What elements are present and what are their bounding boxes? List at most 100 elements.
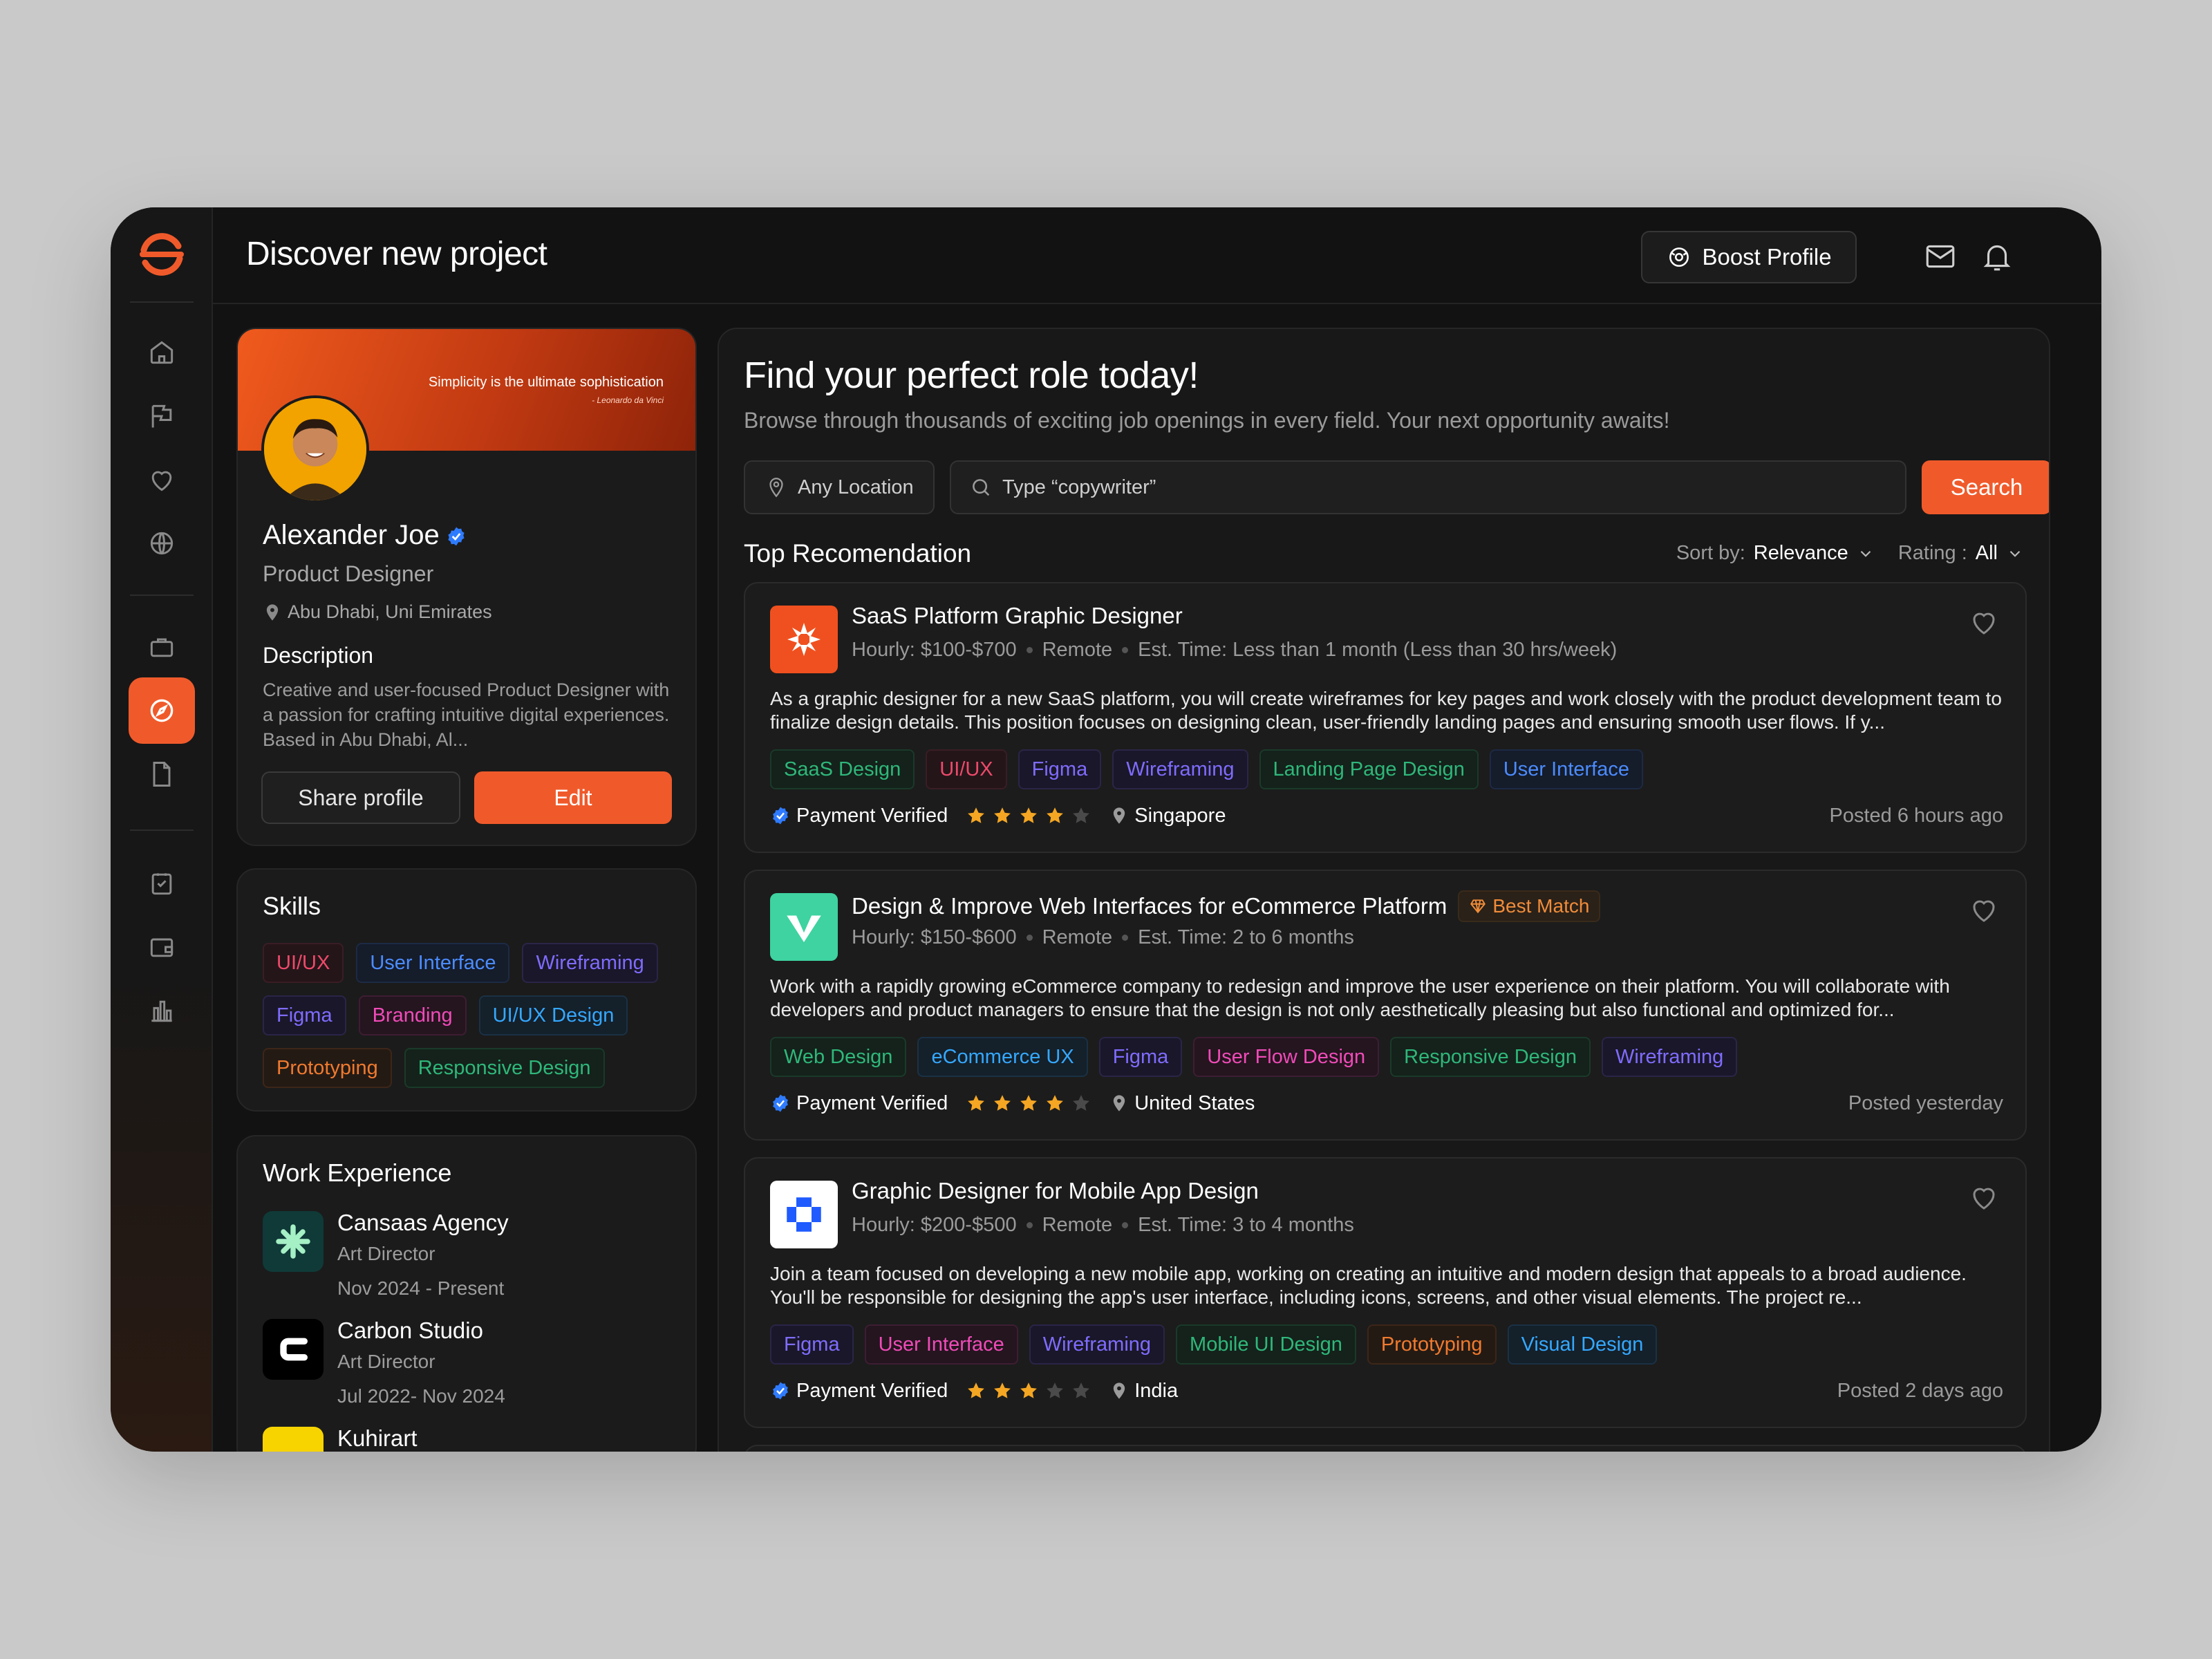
save-job-heart-icon[interactable] [1967,893,2000,926]
job-tag[interactable]: Prototyping [1367,1324,1497,1365]
location-input[interactable]: Any Location [744,460,935,514]
sidebar-item-analytics[interactable] [138,987,185,1034]
sidebar-item-flag[interactable] [138,393,185,440]
sidebar-item-tasks[interactable] [138,860,185,907]
save-job-heart-icon[interactable] [1967,606,2000,639]
location-placeholder: Any Location [798,476,914,498]
job-posted: Posted 6 hours ago [1829,804,2003,827]
job-tag[interactable]: Figma [1018,749,1102,789]
job-footer: Payment Verified India Posted 2 days ago [770,1376,2003,1406]
job-tag[interactable]: Visual Design [1507,1324,1658,1365]
briefcase-icon [150,638,174,657]
sidebar-item-jobs[interactable] [138,624,185,671]
sidebar-item-discover[interactable] [129,677,195,744]
work-company: Cansaas Agency [337,1210,509,1235]
rating-select[interactable]: All [1976,542,1998,565]
skill-tag[interactable]: Figma [263,995,346,1035]
save-job-heart-icon[interactable] [1967,1181,2000,1214]
job-est-time: Est. Time: Less than 1 month (Less than … [1138,639,1618,661]
rating-stars [966,805,1091,826]
job-tag[interactable]: User Interface [1489,749,1643,789]
job-title[interactable]: SaaS Platform Graphic Designer [852,603,1183,629]
star-icon [994,807,1011,823]
work-date: Jul 2022- Nov 2024 [337,1385,505,1407]
job-tag[interactable]: Figma [1098,1037,1183,1077]
location-pin-icon [1114,807,1125,824]
diamond-icon [1470,899,1486,914]
globe-icon [150,532,174,555]
boost-profile-button[interactable]: Boost Profile [1641,231,1857,283]
chevron-down-icon[interactable] [2006,545,2024,563]
sidebar-item-wallet[interactable] [138,924,185,971]
best-match-label: Best Match [1492,895,1590,917]
company-logo-icon [770,893,838,961]
job-card[interactable]: SaaS Platform Graphic Designer Hourly: $… [744,582,2027,853]
star-icon [994,1095,1011,1111]
job-tag[interactable]: Figma [770,1324,854,1365]
company-logo-icon [770,1181,838,1248]
job-tag[interactable]: Wireframing [1112,749,1248,789]
job-est-time: Est. Time: 3 to 4 months [1138,1214,1354,1236]
skill-tag[interactable]: Wireframing [522,943,658,983]
job-tag[interactable]: eCommerce UX [917,1037,1088,1077]
job-meta: Hourly: $200-$500 Remote Est. Time: 3 to… [852,1214,1354,1237]
skill-tag[interactable]: Branding [358,995,467,1035]
skills-card: Skills UI/UX User Interface Wireframing … [236,868,697,1112]
search-icon [973,479,990,496]
location-pin-icon [769,478,783,498]
job-title[interactable]: Graphic Designer for Mobile App Design [852,1178,1259,1204]
share-profile-button[interactable]: Share profile [261,771,460,824]
verified-badge-icon [773,807,788,825]
star-icon [1073,1095,1090,1111]
skill-tag[interactable]: UI/UX [263,943,344,983]
sidebar-item-documents[interactable] [138,751,185,798]
sidebar-item-home[interactable] [138,329,185,376]
wallet-icon [150,938,174,957]
sort-label: Sort by: [1676,542,1745,564]
location-pin-icon [266,603,279,621]
job-location: United States [1134,1091,1255,1114]
job-tag[interactable]: Mobile UI Design [1176,1324,1356,1365]
job-tag[interactable]: User Flow Design [1193,1037,1380,1077]
profile-photo-icon [264,398,366,500]
heart-icon [151,471,172,491]
profile-quote-author: - Leonardo da Vinci [592,395,664,405]
job-tag[interactable]: Responsive Design [1390,1037,1591,1077]
skill-tag[interactable]: Prototyping [263,1048,392,1088]
description-title: Description [263,643,374,668]
skills-title: Skills [263,892,321,920]
chevron-down-icon[interactable] [1857,545,1875,563]
edit-profile-button[interactable]: Edit [474,771,672,824]
job-tag[interactable]: Landing Page Design [1259,749,1479,789]
job-card[interactable] [744,1445,2027,1452]
chart-icon [151,1000,172,1022]
job-card[interactable]: Graphic Designer for Mobile App Design H… [744,1157,2027,1428]
work-role: Art Director [337,1243,435,1264]
job-tag[interactable]: Wireframing [1602,1037,1738,1077]
mail-icon[interactable] [1923,239,1958,274]
sidebar-item-favorites[interactable] [138,456,185,503]
job-location: India [1134,1379,1179,1402]
skill-tag[interactable]: Responsive Design [404,1048,605,1088]
job-title[interactable]: Design & Improve Web Interfaces for eCom… [852,890,1601,922]
search-input[interactable]: Type “copywriter” [950,460,1906,514]
job-meta: Hourly: $100-$700 Remote Est. Time: Less… [852,639,1617,662]
logo-icon[interactable] [134,227,189,282]
sort-select[interactable]: Relevance [1754,542,1848,565]
search-button[interactable]: Search [1922,460,2049,514]
profile-name-text: Alexander Joe [263,520,440,550]
job-tag[interactable]: SaaS Design [770,749,915,789]
recommendation-title: Top Recomendation [744,539,972,568]
job-card[interactable]: Design & Improve Web Interfaces for eCom… [744,870,2027,1141]
skill-tag[interactable]: User Interface [356,943,510,983]
job-tag[interactable]: User Interface [864,1324,1018,1365]
job-title-text: SaaS Platform Graphic Designer [852,603,1183,628]
job-tag[interactable]: UI/UX [926,749,1007,789]
sidebar-item-globe[interactable] [138,520,185,567]
job-tag[interactable]: Web Design [770,1037,907,1077]
job-tag[interactable]: Wireframing [1029,1324,1165,1365]
skill-tag[interactable]: UI/UX Design [478,995,628,1035]
bell-icon[interactable] [1980,239,2014,274]
location-pin-icon [1114,1382,1125,1399]
profile-role: Product Designer [263,561,434,586]
